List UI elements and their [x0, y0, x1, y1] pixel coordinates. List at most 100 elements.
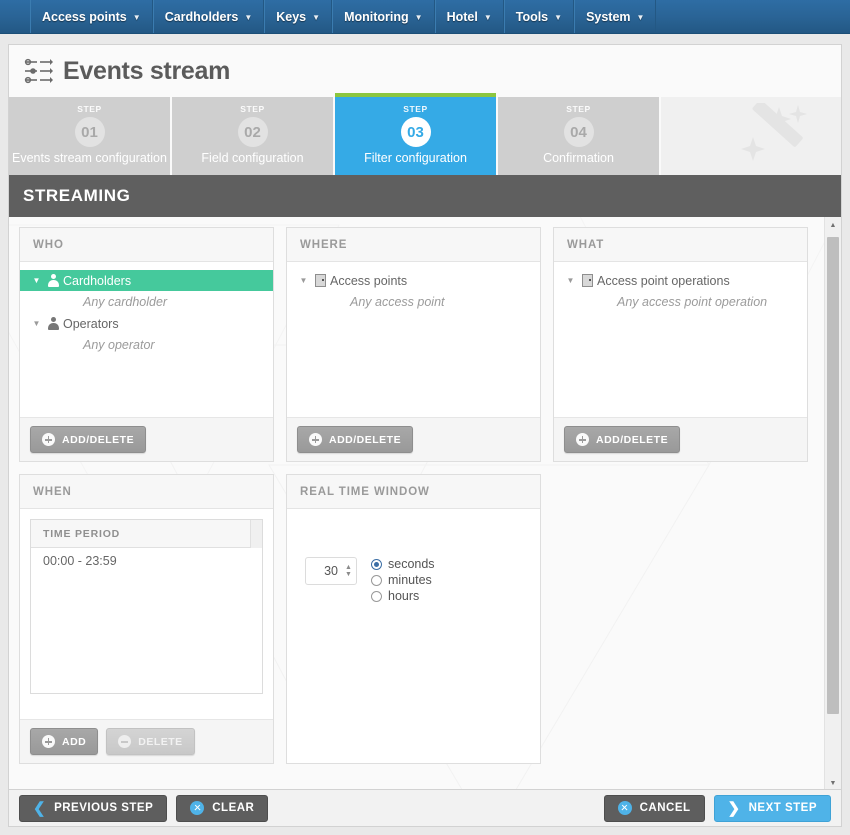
wizard-step-04[interactable]: STEP 04 Confirmation	[498, 97, 661, 175]
nav-item-monitoring[interactable]: Monitoring ▼	[332, 0, 435, 33]
person-icon	[43, 317, 63, 330]
time-period-grid: TIME PERIOD 00:00 - 23:59	[30, 519, 263, 694]
tree-row-label: Access points	[330, 273, 408, 288]
scrollbar-track[interactable]	[827, 233, 839, 775]
button-label: ADD	[62, 735, 87, 748]
plus-circle-icon	[42, 735, 55, 748]
window-value-stepper[interactable]: 30 ▲ ▼	[305, 557, 357, 585]
add-delete-button[interactable]: ADD/DELETE	[564, 426, 681, 453]
page-container: Events stream STEP 01 Events stream conf…	[8, 44, 842, 791]
caret-down-icon: ▼	[414, 12, 423, 22]
add-button[interactable]: ADD	[30, 728, 99, 755]
wizard-spacer	[661, 97, 841, 175]
nav-item-keys[interactable]: Keys ▼	[264, 0, 333, 33]
caret-down-icon[interactable]: ▼	[30, 276, 43, 285]
nav-item-access-points[interactable]: Access points ▼	[30, 0, 153, 33]
wizard-step-02[interactable]: STEP 02 Field configuration	[172, 97, 335, 175]
nav-item-hotel[interactable]: Hotel ▼	[434, 0, 504, 33]
close-circle-icon	[190, 801, 205, 815]
unit-radio-group: seconds minutes hours	[371, 557, 435, 603]
step-word: STEP	[77, 104, 102, 114]
button-label: ADD/DELETE	[329, 433, 402, 446]
panel-real-time-window-body: 30 ▲ ▼ seconds minutes hours	[287, 509, 540, 603]
radio-label: hours	[388, 589, 420, 603]
footer-right-group: CANCEL ❯ NEXT STEP	[603, 794, 831, 822]
radio-seconds[interactable]: seconds	[371, 557, 435, 571]
button-label: DELETE	[138, 735, 183, 748]
time-period-grid-header: TIME PERIOD	[31, 520, 262, 548]
tree-row[interactable]: ▼ Cardholders	[20, 270, 273, 291]
scrollbar-thumb[interactable]	[827, 237, 839, 714]
add-delete-button[interactable]: ADD/DELETE	[30, 426, 147, 453]
panel-when-header: WHEN	[20, 475, 273, 509]
cancel-button[interactable]: CANCEL	[603, 794, 705, 822]
plus-circle-icon	[309, 433, 322, 446]
tree-row-label: Access point operations	[597, 273, 730, 288]
radio-dot-icon	[371, 590, 382, 602]
button-label: ADD/DELETE	[62, 433, 135, 446]
nav-item-label: Access points	[42, 9, 127, 24]
nav-item-system[interactable]: System ▼	[574, 0, 657, 33]
panel-where-body: ▼ Access points Any access point	[287, 262, 540, 417]
vertical-scrollbar[interactable]: ▲ ▼	[824, 217, 841, 791]
panel-title: WHERE	[300, 238, 348, 251]
tree-subtext: Any cardholder	[83, 295, 168, 309]
button-label: ADD/DELETE	[596, 433, 669, 446]
filter-row-top: WHO ▼ Cardholders Any cardholder ▼ Opera…	[19, 227, 814, 462]
nav-item-label: Cardholders	[164, 9, 239, 24]
tree-row[interactable]: ▼ Operators	[20, 313, 273, 334]
chevron-right-icon: ❯	[727, 799, 741, 817]
nav-item-label: Hotel	[446, 9, 478, 24]
events-stream-icon	[24, 58, 53, 84]
main-navbar: Access points ▼ Cardholders ▼ Keys ▼ Mon…	[0, 0, 850, 34]
panel-title: WHEN	[33, 485, 72, 498]
radio-hours[interactable]: hours	[371, 589, 435, 603]
nav-item-label: Keys	[276, 9, 307, 24]
section-header: STREAMING	[9, 175, 841, 217]
button-label: PREVIOUS STEP	[54, 802, 154, 814]
clear-button[interactable]: CLEAR	[176, 794, 269, 822]
footer-left-group: ❮ PREVIOUS STEP CLEAR	[19, 794, 269, 822]
radio-dot-icon	[371, 574, 382, 586]
window-value[interactable]: 30	[306, 564, 344, 578]
add-delete-button[interactable]: ADD/DELETE	[297, 426, 414, 453]
radio-dot-icon	[371, 558, 382, 570]
previous-step-button[interactable]: ❮ PREVIOUS STEP	[19, 794, 168, 822]
step-word: STEP	[403, 104, 428, 114]
minus-circle-icon	[118, 735, 132, 748]
panel-where: WHERE ▼ Access points Any access point A…	[286, 227, 541, 462]
close-circle-icon	[617, 801, 632, 815]
delete-button: DELETE	[106, 728, 195, 755]
radio-label: minutes	[388, 573, 432, 587]
triangle-down-icon[interactable]: ▼	[344, 571, 353, 578]
step-name: Field configuration	[201, 151, 304, 165]
plus-circle-icon	[42, 433, 55, 446]
page-titlebar: Events stream	[9, 45, 841, 97]
caret-down-icon[interactable]: ▼	[297, 276, 310, 285]
caret-down-icon[interactable]: ▼	[30, 319, 43, 328]
panel-who: WHO ▼ Cardholders Any cardholder ▼ Opera…	[19, 227, 274, 462]
stepper-buttons[interactable]: ▲ ▼	[344, 558, 356, 584]
wizard-step-03[interactable]: STEP 03 Filter configuration	[335, 93, 498, 175]
next-step-button[interactable]: ❯ NEXT STEP	[713, 794, 831, 822]
grid-scrollbar-placeholder	[250, 520, 262, 548]
caret-down-icon: ▼	[554, 12, 563, 22]
scroll-up-button[interactable]: ▲	[825, 217, 841, 233]
panel-what-header: WHAT	[554, 228, 807, 262]
caret-down-icon: ▼	[483, 12, 492, 22]
button-label: NEXT STEP	[748, 802, 817, 814]
step-word: STEP	[240, 104, 265, 114]
table-row[interactable]: 00:00 - 23:59	[31, 548, 262, 568]
nav-item-cardholders[interactable]: Cardholders ▼	[152, 0, 265, 33]
tree-row[interactable]: ▼ Access points	[287, 270, 540, 291]
filters-content: WHO ▼ Cardholders Any cardholder ▼ Opera…	[9, 217, 824, 791]
caret-down-icon[interactable]: ▼	[564, 276, 577, 285]
panel-where-footer: ADD/DELETE	[287, 417, 540, 461]
radio-minutes[interactable]: minutes	[371, 573, 435, 587]
panel-who-footer: ADD/DELETE	[20, 417, 273, 461]
tree-row[interactable]: ▼ Access point operations	[554, 270, 807, 291]
wizard-step-01[interactable]: STEP 01 Events stream configuration	[9, 97, 172, 175]
tree-row-label: Cardholders	[63, 273, 132, 288]
triangle-up-icon[interactable]: ▲	[344, 564, 353, 571]
nav-item-tools[interactable]: Tools ▼	[503, 0, 575, 33]
